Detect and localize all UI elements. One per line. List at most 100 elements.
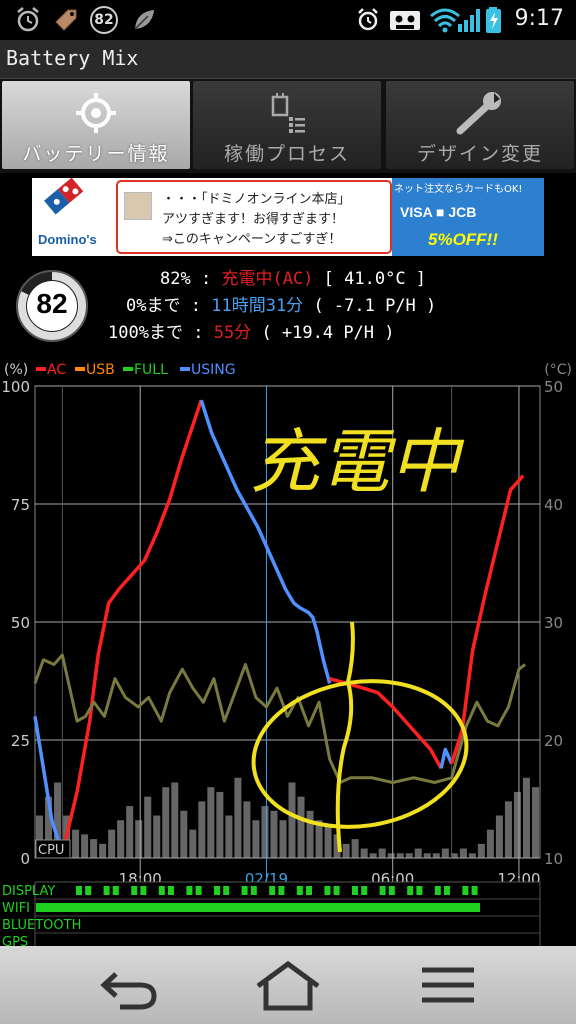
until-full-time: 55分 <box>213 323 252 343</box>
display-on-segment <box>250 886 257 895</box>
cpu-bar <box>180 810 188 858</box>
ad-message-box: ・・・「ドミノオンライン本店」 アツすぎます！お得すぎます！ ⇒このキャンペーン… <box>116 180 392 254</box>
separator: : <box>190 296 201 316</box>
display-on-segment <box>112 886 119 895</box>
display-on-segment <box>388 886 395 895</box>
y-axis-unit-left: (%) <box>4 362 28 378</box>
y-tick-label-right: 10 <box>544 850 563 868</box>
display-on-segment <box>168 886 174 895</box>
cpu-bar <box>405 853 413 858</box>
tab-change-design[interactable]: デザイン変更 <box>386 81 574 169</box>
ad-line: ⇒このキャンペーンすごすぎ！ <box>162 232 342 247</box>
dominos-logo: Domino's <box>32 177 112 256</box>
cpu-bar <box>225 815 233 858</box>
cassette-icon <box>390 11 420 30</box>
ad-face-image <box>124 192 152 220</box>
cpu-bar <box>432 853 440 858</box>
cpu-bar <box>99 843 107 858</box>
y-tick-label-left: 0 <box>20 850 30 868</box>
cpu-bar <box>279 820 287 858</box>
display-on-segment <box>140 886 147 895</box>
cpu-bar <box>261 806 269 858</box>
display-on-segment <box>269 886 276 895</box>
display-on-segment <box>186 886 193 895</box>
display-on-segment <box>416 886 423 895</box>
info-row-until-empty: 0%まで : 11時間31分 ( -7.1 P/H ) <box>126 291 436 316</box>
tag-icon <box>55 9 77 31</box>
legend-label: FULL <box>134 362 168 378</box>
cpu-bar <box>81 834 89 858</box>
ad-line: アツすぎます！お得すぎます！ <box>162 212 345 227</box>
separator: : <box>193 323 204 343</box>
status-line-label: WIFI <box>2 901 30 916</box>
y-tick-label-left: 100 <box>1 378 30 396</box>
cpu-bar <box>414 848 422 858</box>
cpu-bar <box>486 829 494 858</box>
legend-label: AC <box>47 362 66 378</box>
cpu-bar <box>477 843 485 858</box>
display-on-segment <box>471 886 478 895</box>
back-icon[interactable] <box>76 956 176 1014</box>
display-on-segment <box>241 886 248 895</box>
tab-running-processes[interactable]: 稼働プロセス <box>193 81 381 169</box>
cpu-bar <box>144 796 152 858</box>
display-on-segment <box>278 886 285 895</box>
cpu-bar <box>342 843 350 858</box>
ad-offer-panel: ネット注文ならカードもOK! VISA ■ JCB 5%OFF!! <box>392 178 544 256</box>
display-on-segment <box>333 886 340 895</box>
cpu-bar <box>117 820 125 858</box>
menu-icon[interactable] <box>398 956 498 1014</box>
wifi-on-segment <box>36 903 480 912</box>
y-axis-unit-right: (°C) <box>544 362 572 378</box>
cpu-bar <box>270 810 278 858</box>
home-icon[interactable] <box>238 956 338 1014</box>
display-on-segment <box>444 886 450 895</box>
tab-battery-info[interactable]: バッテリー情報 <box>2 81 190 169</box>
cpu-bar <box>522 777 530 858</box>
cpu-bar <box>504 801 512 858</box>
discharge-rate: ( -7.1 P/H ) <box>313 296 437 316</box>
cpu-bar <box>198 801 206 858</box>
battery-level-badge: 82 <box>14 268 90 344</box>
display-on-segment <box>361 886 368 895</box>
cpu-bar <box>441 848 449 858</box>
display-on-segment <box>379 886 386 895</box>
cpu-bar <box>423 853 431 858</box>
clock: 9:17 <box>514 6 564 31</box>
cpu-bar <box>396 853 404 858</box>
display-on-segment <box>195 886 202 895</box>
display-on-segment <box>434 886 441 895</box>
until-empty-time: 11時間31分 <box>211 296 304 316</box>
cpu-bar <box>72 829 80 858</box>
signal-icon <box>458 9 480 32</box>
display-on-segment <box>296 886 303 895</box>
cpu-bar <box>90 839 98 858</box>
display-on-segment <box>223 886 230 895</box>
process-list-icon <box>271 93 305 133</box>
tab-label: デザイン変更 <box>416 143 543 165</box>
cpu-bar <box>216 791 224 858</box>
status-line-label: DISPLAY <box>2 884 55 899</box>
display-on-segment <box>324 886 331 895</box>
charge-rate: ( +19.4 P/H ) <box>261 323 395 343</box>
cpu-bar <box>252 820 260 858</box>
cpu-bar <box>306 810 314 858</box>
cpu-bar <box>135 820 143 858</box>
handwritten-annotation: 充電中 <box>250 421 465 503</box>
cpu-bar <box>234 777 242 858</box>
display-on-segment <box>407 886 414 895</box>
alarm-icon <box>17 7 39 32</box>
ad-card-logos: VISA ■ JCB <box>400 204 477 220</box>
cpu-bar <box>360 848 368 858</box>
cpu-bar <box>207 787 215 858</box>
navigation-bar <box>0 946 576 1024</box>
status-line-label: BLUETOOTH <box>2 918 81 933</box>
cpu-bar <box>171 782 179 858</box>
wrench-icon <box>456 92 501 135</box>
title-bar: Battery Mix <box>0 40 576 79</box>
battery-temperature: [ 41.0°C ] <box>323 269 427 289</box>
ad-banner[interactable]: Domino's ・・・「ドミノオンライン本店」 アツすぎます！お得すぎます！ … <box>32 177 544 256</box>
tab-label: 稼働プロセス <box>223 143 350 165</box>
cpu-bar <box>513 791 521 858</box>
leaf-icon <box>134 10 154 30</box>
